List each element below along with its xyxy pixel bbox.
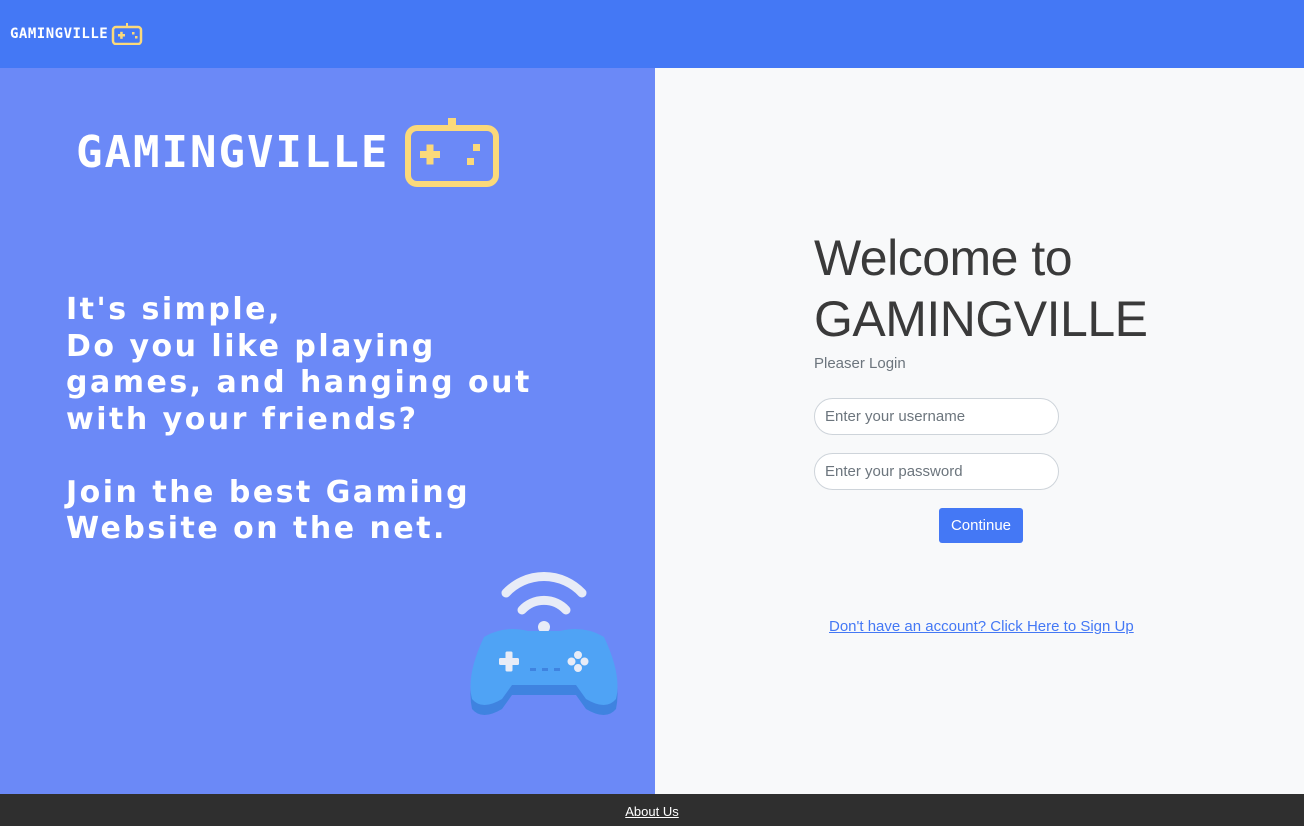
footer: About Us [0,794,1304,826]
welcome-brand: GAMINGVILLE [814,291,1148,347]
gamepad-icon [111,23,143,45]
tagline-line: Do you like playing [66,328,436,364]
welcome-heading: Welcome to GAMINGVILLE [814,228,1148,350]
tagline-line: with your friends? [66,401,419,437]
wireless-controller-icon [470,572,618,715]
welcome-line: Welcome to [814,230,1073,286]
login-subtitle: Pleaser Login [814,355,906,372]
nav-logo-text: GAMINGVILLE [10,26,109,42]
hero-logo: GAMINGVILLE [76,118,500,188]
password-input[interactable] [814,453,1059,490]
login-panel: Welcome to GAMINGVILLE Pleaser Login Con… [655,68,1304,794]
gamepad-icon [405,118,500,187]
tagline-line: It's simple, [66,292,282,327]
tagline-line: games, and hanging out [66,365,532,400]
signup-link[interactable]: Don't have an account? Click Here to Sig… [829,618,1134,635]
cta-line: Website on the net. [66,511,447,546]
nav-logo-link[interactable]: GAMINGVILLE [10,23,143,45]
username-input[interactable] [814,398,1059,435]
cta-line: Join the best Gaming [66,474,471,510]
about-us-link[interactable]: About Us [625,804,678,819]
tagline-spacer [66,438,606,475]
hero-panel: GAMINGVILLE It's simple, Do you like pla… [0,68,655,794]
hero-logo-text: GAMINGVILLE [76,127,390,178]
hero-tagline: It's simple, Do you like playing games, … [66,292,606,548]
top-navbar: GAMINGVILLE [0,0,1304,68]
continue-button[interactable]: Continue [939,508,1023,543]
